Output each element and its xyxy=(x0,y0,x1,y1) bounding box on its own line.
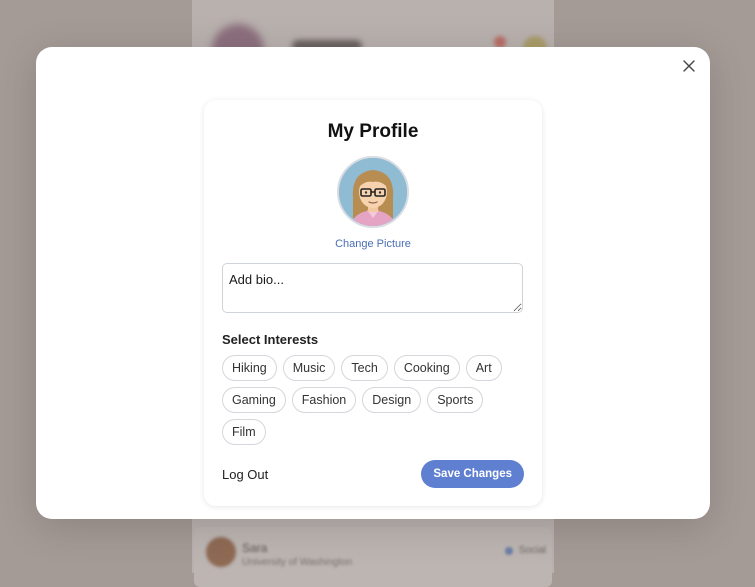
change-picture-link[interactable]: Change Picture xyxy=(222,238,524,250)
interest-chip-gaming[interactable]: Gaming xyxy=(222,387,286,413)
profile-card: My Profile Change Picture Add bio... Sel… xyxy=(204,100,542,506)
interests-label: Select Interests xyxy=(222,332,319,347)
profile-actions: Log Out Save Changes xyxy=(222,460,524,488)
interest-chip-cooking[interactable]: Cooking xyxy=(393,355,460,381)
interest-chip-hiking[interactable]: Hiking xyxy=(222,355,277,381)
avatar-illustration-icon xyxy=(339,158,407,226)
background-user-tag: Social xyxy=(504,545,546,556)
interest-chip-sports[interactable]: Sports xyxy=(427,387,484,413)
close-icon xyxy=(683,60,695,72)
profile-modal: My Profile Change Picture Add bio... Sel… xyxy=(36,47,710,519)
background-user-avatar xyxy=(206,537,236,567)
interest-chip-fashion[interactable]: Fashion xyxy=(291,387,357,413)
interest-chips: Hiking Music Tech Cooking Art Gaming Fas… xyxy=(222,355,532,445)
background-user-tag-label: Social xyxy=(518,545,546,556)
avatar[interactable] xyxy=(337,156,409,228)
save-changes-button[interactable]: Save Changes xyxy=(421,460,524,488)
interest-chip-music[interactable]: Music xyxy=(282,355,336,381)
background-user-name: Sara xyxy=(242,541,268,555)
interest-chip-tech[interactable]: Tech xyxy=(341,355,388,381)
background-user-card: Sara University of Washington Social xyxy=(194,527,552,587)
interest-chip-film[interactable]: Film xyxy=(222,419,266,445)
close-button[interactable] xyxy=(680,57,698,75)
logout-button[interactable]: Log Out xyxy=(222,467,268,482)
bio-field[interactable] xyxy=(222,263,523,313)
interest-chip-art[interactable]: Art xyxy=(465,355,502,381)
interest-chip-design[interactable]: Design xyxy=(362,387,422,413)
tag-dot-icon xyxy=(504,546,513,555)
background-user-subtitle: University of Washington xyxy=(242,557,353,568)
page-title: My Profile xyxy=(327,121,419,142)
